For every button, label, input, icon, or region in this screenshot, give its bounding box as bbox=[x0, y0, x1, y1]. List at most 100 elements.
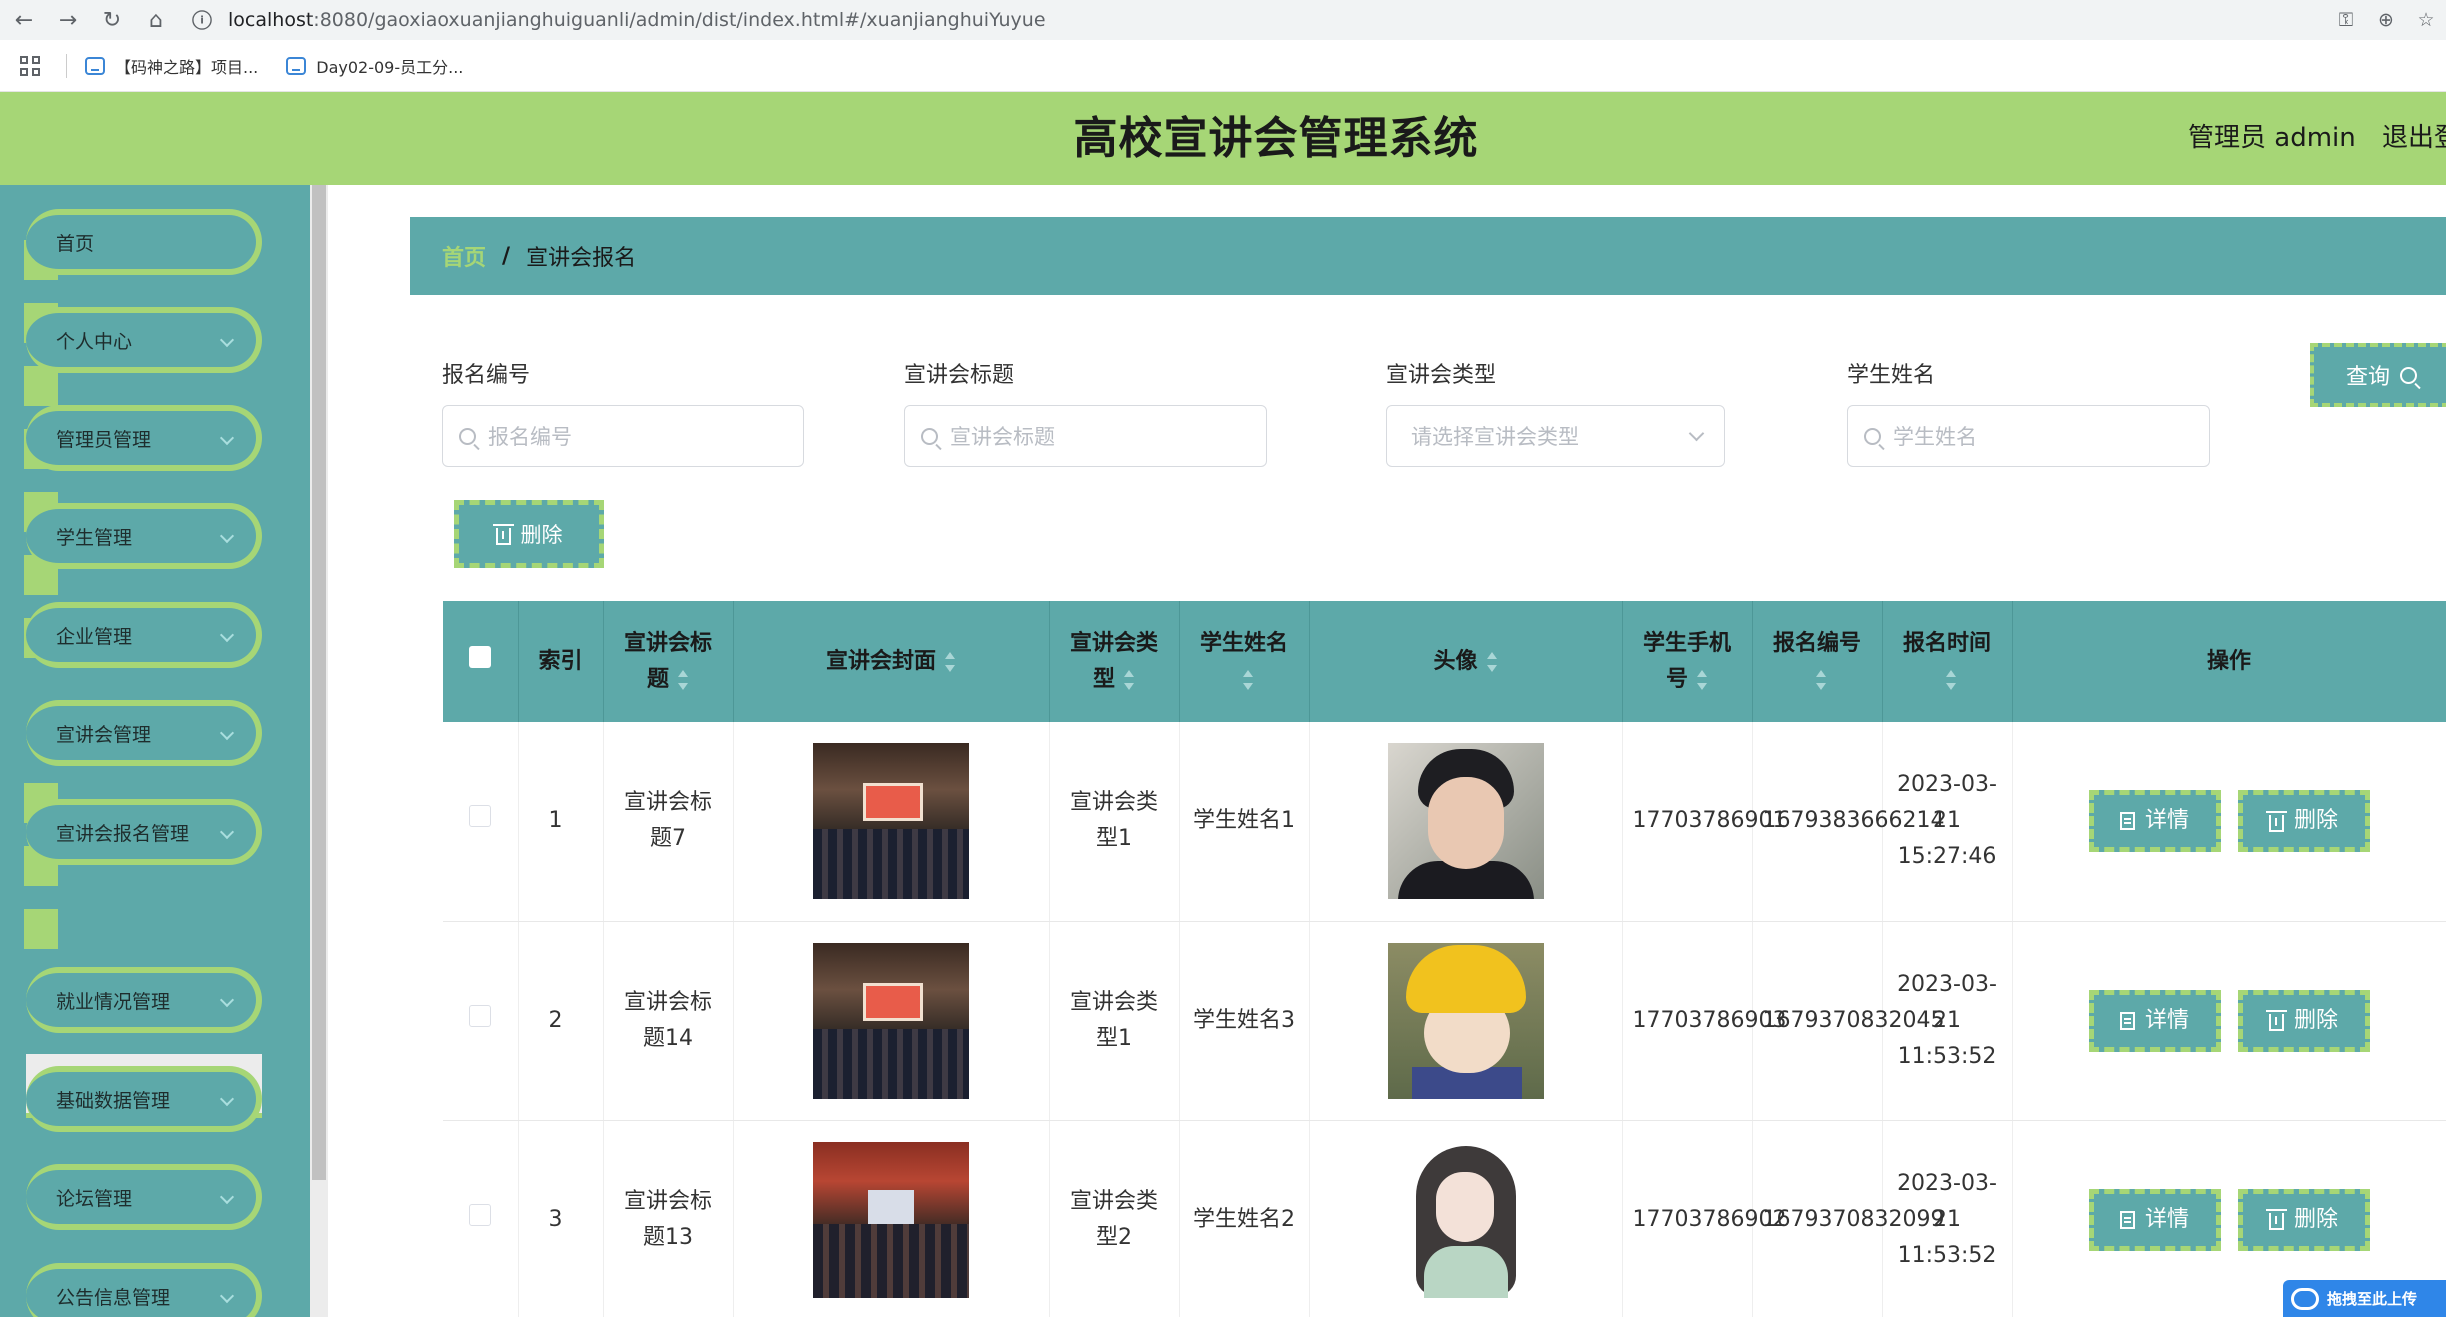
chevron-down-icon bbox=[219, 1091, 235, 1107]
cover-image[interactable] bbox=[813, 942, 969, 1099]
bulk-delete-button[interactable]: 删除 bbox=[454, 500, 604, 568]
sidebar-item-forum[interactable]: 论坛管理 bbox=[26, 1164, 262, 1230]
key-icon[interactable]: ⚿ bbox=[2326, 0, 2366, 40]
cell-title: 宣讲会标题14 bbox=[603, 921, 734, 1121]
col-title[interactable]: 宣讲会标题 bbox=[603, 601, 734, 722]
cell-cover bbox=[733, 921, 1050, 1121]
col-avatar[interactable]: 头像 bbox=[1309, 601, 1623, 722]
breadcrumb: 首页 / 宣讲会报名 bbox=[410, 217, 2446, 295]
col-cover[interactable]: 宣讲会封面 bbox=[733, 601, 1050, 722]
chevron-down-icon bbox=[219, 332, 235, 348]
sidebar-item-announcements[interactable]: 公告信息管理 bbox=[26, 1263, 262, 1317]
sidebar-item-basic-data[interactable]: 基础数据管理 bbox=[26, 1066, 262, 1132]
sort-icon[interactable] bbox=[1945, 669, 1957, 690]
sort-icon[interactable] bbox=[1242, 669, 1254, 690]
row-checkbox[interactable] bbox=[469, 805, 492, 828]
upload-widget[interactable]: 拖拽至此上传 bbox=[2283, 1280, 2446, 1317]
type-select[interactable]: 请选择宣讲会类型 bbox=[1386, 405, 1725, 467]
col-student[interactable]: 学生姓名 bbox=[1179, 601, 1310, 722]
app-title: 高校宣讲会管理系统 bbox=[1073, 113, 1479, 164]
sidebar-item-employment[interactable]: 就业情况管理 bbox=[26, 967, 262, 1033]
scrollbar-thumb[interactable] bbox=[312, 185, 326, 1180]
cell-index: 1 bbox=[518, 722, 604, 922]
home-icon[interactable]: ⌂ bbox=[134, 0, 178, 40]
sort-icon[interactable] bbox=[944, 651, 956, 672]
sort-icon[interactable] bbox=[1815, 669, 1827, 690]
avatar[interactable] bbox=[1387, 743, 1544, 900]
sidebar: 首页 个人中心 管理员管理 学生管理 企业管理 宣讲会管理 宣讲会报名管理 宣讲… bbox=[0, 185, 310, 1317]
document-icon bbox=[2119, 812, 2135, 831]
sidebar-scrollbar[interactable] bbox=[310, 185, 328, 1317]
breadcrumb-current: 宣讲会报名 bbox=[526, 246, 637, 271]
row-delete-button[interactable]: 删除 bbox=[2237, 1188, 2370, 1251]
row-delete-button[interactable]: 删除 bbox=[2237, 790, 2370, 853]
col-index: 索引 bbox=[518, 601, 604, 722]
sidebar-item-students[interactable]: 学生管理 bbox=[26, 503, 262, 569]
cell-phone: 17703786903 bbox=[1622, 921, 1786, 1121]
sidebar-item-home[interactable]: 首页 bbox=[26, 209, 262, 275]
col-reg-no[interactable]: 报名编号 bbox=[1752, 601, 1883, 722]
row-checkbox[interactable] bbox=[469, 1004, 492, 1027]
menu-connector bbox=[24, 909, 58, 949]
detail-button[interactable]: 详情 bbox=[2088, 790, 2221, 853]
sidebar-item-admin[interactable]: 管理员管理 bbox=[26, 405, 262, 471]
breadcrumb-home[interactable]: 首页 bbox=[442, 240, 486, 272]
sidebar-item-presentations[interactable]: 宣讲会管理 bbox=[26, 700, 262, 766]
app-header: 高校宣讲会管理系统 管理员 admin 退出登录 bbox=[0, 92, 2446, 185]
cover-image[interactable] bbox=[813, 1141, 969, 1298]
detail-button[interactable]: 详情 bbox=[2088, 989, 2221, 1052]
col-reg-time[interactable]: 报名时间 bbox=[1882, 601, 2013, 722]
zoom-icon[interactable]: ⊕ bbox=[2366, 0, 2406, 40]
cell-student: 学生姓名1 bbox=[1179, 722, 1310, 922]
url-host: localhost bbox=[228, 9, 314, 31]
sort-icon[interactable] bbox=[677, 669, 689, 690]
cell-index: 3 bbox=[518, 1120, 604, 1317]
select-all-checkbox[interactable] bbox=[469, 645, 492, 668]
sort-icon[interactable] bbox=[1123, 669, 1135, 690]
site-info-icon[interactable]: i bbox=[192, 10, 212, 30]
query-button[interactable]: 查询 bbox=[2310, 343, 2446, 407]
title-input[interactable]: 宣讲会标题 bbox=[904, 405, 1267, 467]
cell-avatar bbox=[1309, 921, 1623, 1121]
apps-icon[interactable] bbox=[16, 52, 44, 80]
main-content: 首页 / 宣讲会报名 报名编号 报名编号 宣讲会标题 宣讲会标题 宣讲会类型 请… bbox=[328, 185, 2446, 1317]
back-icon[interactable]: ← bbox=[2, 0, 46, 40]
search-icon bbox=[2400, 366, 2418, 384]
cell-title: 宣讲会标题7 bbox=[603, 722, 734, 922]
url-path: :8080/gaoxiaoxuanjianghuiguanli/admin/di… bbox=[313, 9, 1046, 31]
chevron-down-icon bbox=[219, 725, 235, 741]
cell-cover bbox=[733, 722, 1050, 922]
logout-button[interactable]: 退出登录 bbox=[2382, 92, 2446, 185]
cell-reg-no: 1679370832099 bbox=[1752, 1120, 1944, 1317]
trash-icon bbox=[2265, 810, 2287, 832]
reload-icon[interactable]: ↻ bbox=[90, 0, 134, 40]
col-actions: 操作 bbox=[2012, 601, 2446, 722]
sidebar-item-registrations[interactable]: 宣讲会报名管理 bbox=[26, 799, 262, 865]
reg-no-input[interactable]: 报名编号 bbox=[442, 405, 804, 467]
row-checkbox[interactable] bbox=[469, 1203, 492, 1226]
filter-label-student: 学生姓名 bbox=[1847, 363, 1936, 388]
star-icon[interactable]: ☆ bbox=[2406, 0, 2446, 40]
forward-icon[interactable]: → bbox=[46, 0, 90, 40]
detail-button[interactable]: 详情 bbox=[2088, 1188, 2221, 1251]
student-name-input[interactable]: 学生姓名 bbox=[1847, 405, 2210, 467]
bookmark-item[interactable]: 【码神之路】项目... bbox=[85, 54, 258, 78]
sidebar-item-companies[interactable]: 企业管理 bbox=[26, 602, 262, 668]
sort-icon[interactable] bbox=[1696, 669, 1708, 690]
cloud-upload-icon bbox=[2291, 1287, 2319, 1310]
address-bar[interactable]: i localhost:8080/gaoxiaoxuanjianghuiguan… bbox=[188, 4, 2268, 36]
col-type[interactable]: 宣讲会类型 bbox=[1049, 601, 1180, 722]
avatar[interactable] bbox=[1387, 1141, 1544, 1298]
col-phone[interactable]: 学生手机号 bbox=[1622, 601, 1753, 722]
row-delete-button[interactable]: 删除 bbox=[2237, 989, 2370, 1052]
bookmark-item[interactable]: Day02-09-员工分... bbox=[286, 54, 463, 78]
cover-image[interactable] bbox=[813, 743, 969, 900]
select-all-cell bbox=[443, 601, 519, 722]
search-icon bbox=[921, 427, 938, 445]
cell-reg-no: 1679370832045 bbox=[1752, 921, 1944, 1121]
avatar[interactable] bbox=[1387, 942, 1544, 1099]
cell-phone: 17703786902 bbox=[1622, 1120, 1786, 1317]
cell-student: 学生姓名3 bbox=[1179, 921, 1310, 1121]
sort-icon[interactable] bbox=[1486, 651, 1498, 672]
sidebar-item-personal-center[interactable]: 个人中心 bbox=[26, 307, 262, 373]
